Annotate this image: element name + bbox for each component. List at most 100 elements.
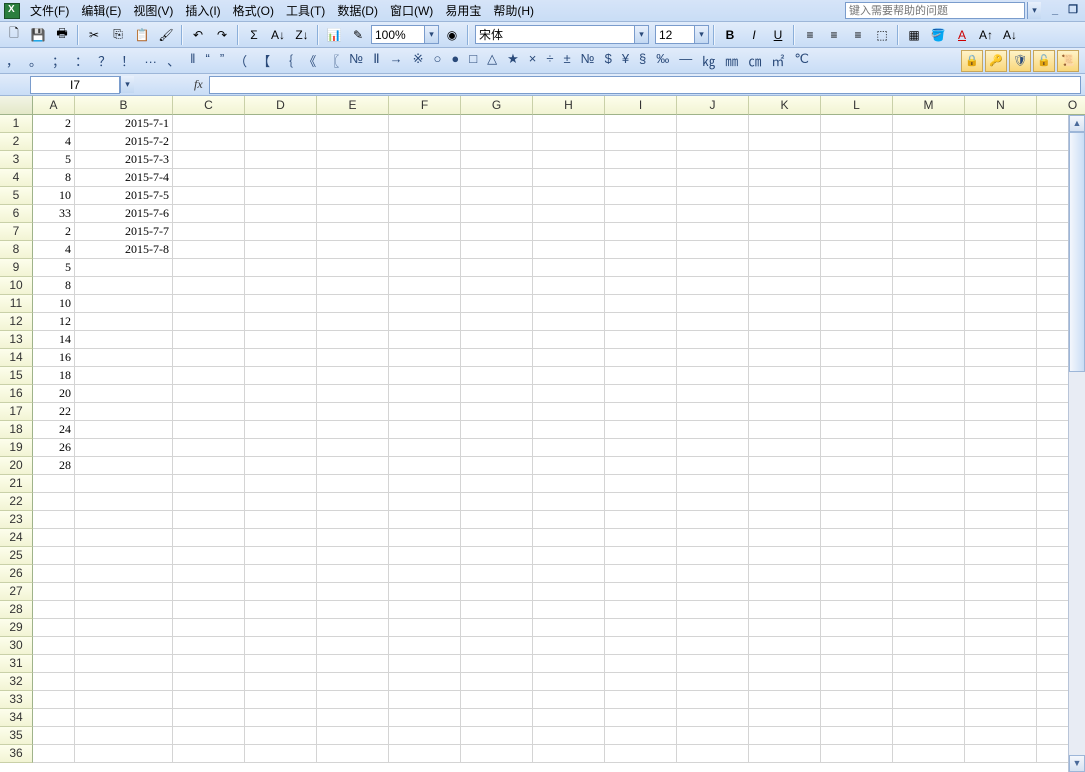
cell-N10[interactable] — [965, 277, 1037, 295]
cell-H34[interactable] — [533, 709, 605, 727]
cell-G23[interactable] — [461, 511, 533, 529]
cell-B27[interactable] — [75, 583, 173, 601]
cell-L14[interactable] — [821, 349, 893, 367]
cell-C13[interactable] — [173, 331, 245, 349]
cell-D9[interactable] — [245, 259, 317, 277]
cell-A35[interactable] — [33, 727, 75, 745]
symbol-12[interactable]: 【 — [257, 51, 270, 70]
cell-A18[interactable]: 24 — [33, 421, 75, 439]
cell-G11[interactable] — [461, 295, 533, 313]
cell-L32[interactable] — [821, 673, 893, 691]
cell-C9[interactable] — [173, 259, 245, 277]
cell-D10[interactable] — [245, 277, 317, 295]
cell-H30[interactable] — [533, 637, 605, 655]
cell-E11[interactable] — [317, 295, 389, 313]
row-header-27[interactable]: 27 — [0, 583, 33, 601]
cell-C16[interactable] — [173, 385, 245, 403]
cell-L21[interactable] — [821, 475, 893, 493]
cell-D3[interactable] — [245, 151, 317, 169]
cell-D13[interactable] — [245, 331, 317, 349]
cell-N14[interactable] — [965, 349, 1037, 367]
row-header-17[interactable]: 17 — [0, 403, 33, 421]
cell-K27[interactable] — [749, 583, 821, 601]
cell-G24[interactable] — [461, 529, 533, 547]
cell-D8[interactable] — [245, 241, 317, 259]
cell-A10[interactable]: 8 — [33, 277, 75, 295]
cell-G9[interactable] — [461, 259, 533, 277]
cell-L20[interactable] — [821, 457, 893, 475]
cell-D29[interactable] — [245, 619, 317, 637]
cell-M26[interactable] — [893, 565, 965, 583]
cell-D14[interactable] — [245, 349, 317, 367]
cell-K24[interactable] — [749, 529, 821, 547]
cell-I31[interactable] — [605, 655, 677, 673]
cell-N16[interactable] — [965, 385, 1037, 403]
row-header-3[interactable]: 3 — [0, 151, 33, 169]
cell-K17[interactable] — [749, 403, 821, 421]
cell-K30[interactable] — [749, 637, 821, 655]
cell-J32[interactable] — [677, 673, 749, 691]
cell-J2[interactable] — [677, 133, 749, 151]
cell-I22[interactable] — [605, 493, 677, 511]
cell-M15[interactable] — [893, 367, 965, 385]
cell-H9[interactable] — [533, 259, 605, 277]
col-header-I[interactable]: I — [605, 96, 677, 115]
cell-J8[interactable] — [677, 241, 749, 259]
cell-B17[interactable] — [75, 403, 173, 421]
vertical-scrollbar[interactable]: ▲ ▼ — [1068, 115, 1085, 772]
cell-E2[interactable] — [317, 133, 389, 151]
cell-I25[interactable] — [605, 547, 677, 565]
cell-F30[interactable] — [389, 637, 461, 655]
cell-M30[interactable] — [893, 637, 965, 655]
cell-J16[interactable] — [677, 385, 749, 403]
cell-J17[interactable] — [677, 403, 749, 421]
cell-G28[interactable] — [461, 601, 533, 619]
cell-L25[interactable] — [821, 547, 893, 565]
symbol-15[interactable]: 〖 — [326, 51, 339, 70]
cell-F22[interactable] — [389, 493, 461, 511]
cell-F10[interactable] — [389, 277, 461, 295]
cell-N2[interactable] — [965, 133, 1037, 151]
cell-C4[interactable] — [173, 169, 245, 187]
cell-M8[interactable] — [893, 241, 965, 259]
row-header-15[interactable]: 15 — [0, 367, 33, 385]
cell-E30[interactable] — [317, 637, 389, 655]
cell-A8[interactable]: 4 — [33, 241, 75, 259]
cell-J26[interactable] — [677, 565, 749, 583]
cell-C1[interactable] — [173, 115, 245, 133]
cell-K10[interactable] — [749, 277, 821, 295]
cell-I7[interactable] — [605, 223, 677, 241]
cell-I28[interactable] — [605, 601, 677, 619]
cell-A29[interactable] — [33, 619, 75, 637]
cell-B1[interactable]: 2015-7-1 — [75, 115, 173, 133]
merge-button[interactable]: ⬚ — [871, 24, 893, 46]
cell-K3[interactable] — [749, 151, 821, 169]
row-header-26[interactable]: 26 — [0, 565, 33, 583]
col-header-D[interactable]: D — [245, 96, 317, 115]
cell-H32[interactable] — [533, 673, 605, 691]
cell-E8[interactable] — [317, 241, 389, 259]
cell-G12[interactable] — [461, 313, 533, 331]
symbol-31[interactable]: § — [639, 51, 646, 70]
cell-F9[interactable] — [389, 259, 461, 277]
cell-L18[interactable] — [821, 421, 893, 439]
cell-I32[interactable] — [605, 673, 677, 691]
cell-A11[interactable]: 10 — [33, 295, 75, 313]
cell-B25[interactable] — [75, 547, 173, 565]
cell-N19[interactable] — [965, 439, 1037, 457]
cell-H5[interactable] — [533, 187, 605, 205]
cell-H25[interactable] — [533, 547, 605, 565]
col-header-O[interactable]: O — [1037, 96, 1085, 115]
underline-button[interactable]: U — [767, 24, 789, 46]
cell-K26[interactable] — [749, 565, 821, 583]
cell-N20[interactable] — [965, 457, 1037, 475]
cell-N5[interactable] — [965, 187, 1037, 205]
cell-N28[interactable] — [965, 601, 1037, 619]
cell-C14[interactable] — [173, 349, 245, 367]
symbol-33[interactable]: — — [679, 51, 692, 70]
cell-J22[interactable] — [677, 493, 749, 511]
symbol-3[interactable]: ： — [75, 51, 88, 70]
cell-I11[interactable] — [605, 295, 677, 313]
menu-help[interactable]: 帮助(H) — [487, 0, 540, 21]
cell-A4[interactable]: 8 — [33, 169, 75, 187]
